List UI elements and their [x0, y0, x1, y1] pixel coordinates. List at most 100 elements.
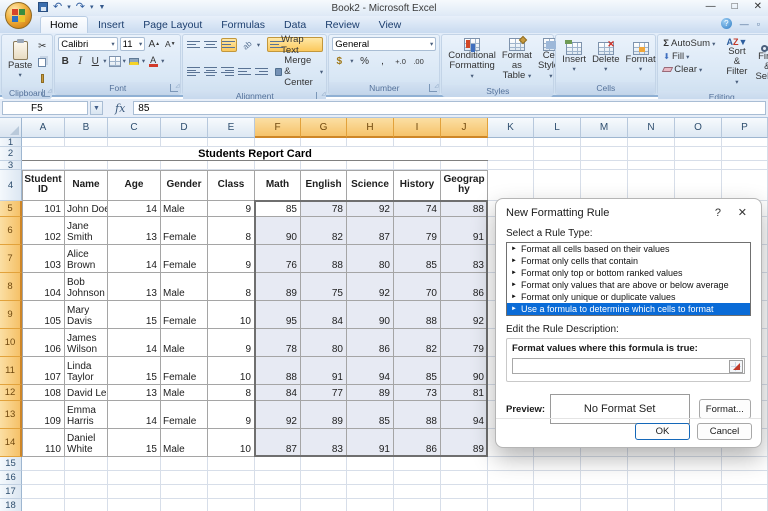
- cell[interactable]: David Lee: [65, 385, 108, 401]
- tab-home[interactable]: Home: [40, 16, 89, 33]
- cell[interactable]: 73: [394, 385, 441, 401]
- cell[interactable]: 91: [441, 217, 488, 245]
- cell[interactable]: Female: [161, 217, 208, 245]
- rule-type-option[interactable]: ► Use a formula to determine which cells …: [507, 303, 750, 315]
- cell[interactable]: 9: [208, 401, 255, 429]
- cell[interactable]: 88: [301, 245, 347, 273]
- cell[interactable]: 85: [394, 245, 441, 273]
- bold-button[interactable]: B: [58, 54, 72, 68]
- cell[interactable]: 95: [255, 301, 301, 329]
- save-icon[interactable]: [38, 2, 48, 12]
- grow-font-icon[interactable]: A ▲: [147, 37, 161, 51]
- name-box[interactable]: F5: [2, 101, 88, 115]
- cell[interactable]: 80: [301, 329, 347, 357]
- table-header-name[interactable]: Name: [65, 170, 108, 201]
- cell[interactable]: Female: [161, 245, 208, 273]
- merge-center-button[interactable]: Merge & Center ▾: [273, 55, 325, 88]
- paste-button[interactable]: Paste ▾: [5, 37, 35, 85]
- dialog-help-icon[interactable]: ?: [715, 207, 721, 219]
- table-header-student-id[interactable]: Student ID: [22, 170, 65, 201]
- cell[interactable]: 77: [301, 385, 347, 401]
- cell[interactable]: 104: [22, 273, 65, 301]
- cell[interactable]: 91: [301, 357, 347, 385]
- column-header-H[interactable]: H: [347, 118, 394, 138]
- font-size-select[interactable]: 11 ▾: [119, 37, 146, 51]
- cell[interactable]: 83: [301, 429, 347, 457]
- tab-data[interactable]: Data: [275, 17, 315, 33]
- maximize-button[interactable]: □: [732, 1, 738, 12]
- cell[interactable]: 92: [255, 401, 301, 429]
- row-header-5[interactable]: 5: [0, 201, 22, 217]
- row-header-6[interactable]: 6: [0, 217, 22, 245]
- cell[interactable]: John Doe: [65, 201, 108, 217]
- workbook-minimize-icon[interactable]: —: [740, 19, 749, 29]
- column-header-A[interactable]: A: [22, 118, 65, 138]
- select-all-corner[interactable]: [0, 118, 22, 138]
- increase-decimal-icon[interactable]: +.0: [394, 54, 408, 68]
- undo-icon[interactable]: ↶: [53, 2, 62, 13]
- cell[interactable]: 89: [347, 385, 394, 401]
- cell[interactable]: 75: [301, 273, 347, 301]
- cell[interactable]: 89: [301, 401, 347, 429]
- format-painter-icon[interactable]: [35, 71, 49, 85]
- cell[interactable]: 101: [22, 201, 65, 217]
- column-header-P[interactable]: P: [722, 118, 768, 138]
- format-cells-button[interactable]: Format ▾: [623, 37, 659, 80]
- cell[interactable]: 92: [441, 301, 488, 329]
- format-as-table-button[interactable]: Format as Table ▾: [499, 35, 535, 83]
- cell[interactable]: 79: [394, 217, 441, 245]
- cell[interactable]: 89: [441, 429, 488, 457]
- cell[interactable]: Male: [161, 201, 208, 217]
- column-header-I[interactable]: I: [394, 118, 441, 138]
- fill-button[interactable]: ⬇ Fill ▾: [661, 51, 717, 62]
- cell[interactable]: 8: [208, 385, 255, 401]
- row-header-3[interactable]: 3: [0, 160, 22, 171]
- comma-style-icon[interactable]: ,: [376, 54, 390, 68]
- cell[interactable]: 9: [208, 245, 255, 273]
- number-format-select[interactable]: General ▾: [332, 37, 437, 51]
- cell[interactable]: Daniel White: [65, 429, 108, 457]
- tab-view[interactable]: View: [370, 17, 411, 33]
- column-header-E[interactable]: E: [208, 118, 255, 138]
- cell[interactable]: 88: [255, 357, 301, 385]
- cell[interactable]: 8: [208, 273, 255, 301]
- cell[interactable]: Jane Smith: [65, 217, 108, 245]
- conditional-formatting-button[interactable]: Conditional Formatting ▾: [445, 37, 499, 83]
- cell[interactable]: 90: [441, 357, 488, 385]
- cell[interactable]: 81: [441, 385, 488, 401]
- italic-button[interactable]: I: [73, 54, 87, 68]
- table-header-history[interactable]: History: [394, 170, 441, 201]
- range-picker-icon[interactable]: [729, 359, 743, 373]
- customize-qat-icon[interactable]: ▼: [98, 4, 105, 11]
- border-button[interactable]: [108, 54, 122, 68]
- autosum-button[interactable]: Σ AutoSum ▾: [661, 38, 717, 49]
- cell[interactable]: 87: [347, 217, 394, 245]
- cell[interactable]: 15: [108, 357, 161, 385]
- cell[interactable]: 14: [108, 329, 161, 357]
- cell[interactable]: 9: [208, 201, 255, 217]
- table-header-geography[interactable]: Geography: [441, 170, 488, 201]
- fill-color-button[interactable]: [127, 54, 141, 68]
- font-color-button[interactable]: A: [146, 54, 160, 68]
- bottom-align-icon[interactable]: [220, 37, 237, 52]
- row-header-17[interactable]: 17: [0, 485, 22, 499]
- column-header-J[interactable]: J: [441, 118, 488, 138]
- increase-indent-icon[interactable]: [254, 65, 268, 79]
- align-left-icon[interactable]: [186, 65, 200, 79]
- decrease-decimal-icon[interactable]: .00: [412, 54, 426, 68]
- row-header-10[interactable]: 10: [0, 329, 22, 357]
- cell[interactable]: 15: [108, 429, 161, 457]
- orientation-icon[interactable]: ab: [237, 35, 257, 55]
- cell[interactable]: 8: [208, 217, 255, 245]
- cell[interactable]: Female: [161, 357, 208, 385]
- cell[interactable]: 14: [108, 401, 161, 429]
- cell[interactable]: 90: [347, 301, 394, 329]
- workbook-restore-icon[interactable]: ▫: [757, 19, 760, 29]
- percent-style-icon[interactable]: %: [358, 54, 372, 68]
- ok-button[interactable]: OK: [635, 423, 690, 440]
- cell[interactable]: 82: [301, 217, 347, 245]
- name-box-dropdown-icon[interactable]: ▼: [90, 101, 103, 115]
- table-header-science[interactable]: Science: [347, 170, 394, 201]
- table-header-class[interactable]: Class: [208, 170, 255, 201]
- formula-input[interactable]: 85: [133, 101, 766, 115]
